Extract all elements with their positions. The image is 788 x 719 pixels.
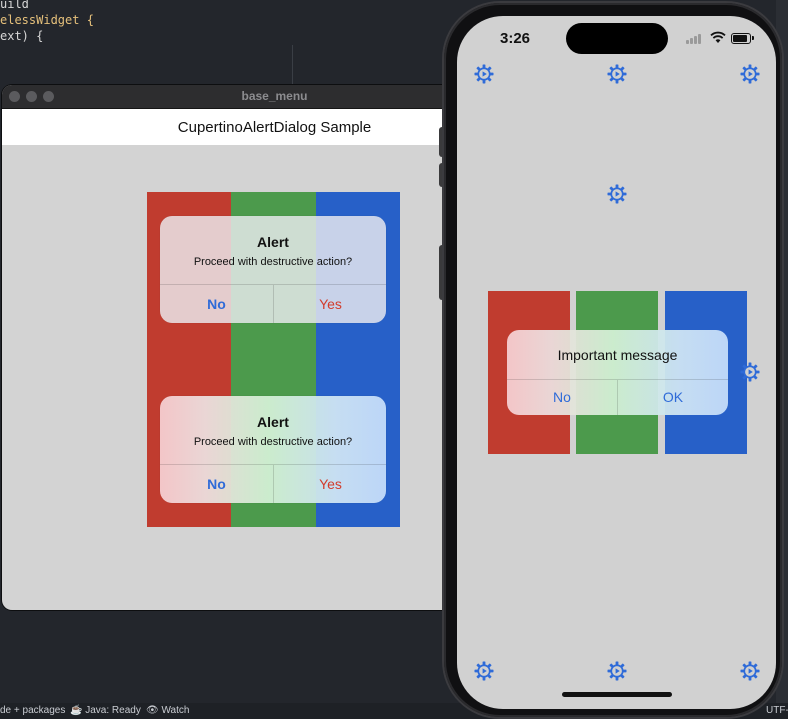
alert-content: Alert Proceed with destructive action? bbox=[160, 396, 386, 464]
battery-level bbox=[733, 35, 747, 42]
code-line: uild bbox=[0, 0, 29, 11]
status-packages[interactable]: de + packages bbox=[0, 705, 65, 716]
encoding-status[interactable]: UTF- bbox=[766, 705, 788, 716]
status-icons bbox=[686, 31, 756, 45]
gear-play-icon[interactable] bbox=[474, 661, 494, 681]
code-line: ext) { bbox=[0, 29, 44, 43]
alert-dialog: Alert Proceed with destructive action? N… bbox=[160, 216, 386, 323]
yes-button[interactable]: Yes bbox=[274, 465, 386, 503]
status-time: 3:26 bbox=[500, 30, 531, 47]
app-bar: CupertinoAlertDialog Sample bbox=[2, 109, 448, 145]
no-button[interactable]: No bbox=[160, 285, 273, 323]
gear-play-icon[interactable] bbox=[607, 184, 627, 204]
gear-play-icon[interactable] bbox=[740, 661, 760, 681]
gear-play-icon[interactable] bbox=[607, 64, 627, 84]
code-editor: uild elessWidget { ext) { bbox=[0, 0, 300, 80]
alert-message: Proceed with destructive action? bbox=[193, 436, 353, 448]
home-indicator[interactable] bbox=[562, 692, 672, 697]
alert-message: Proceed with destructive action? bbox=[193, 256, 353, 268]
window-titlebar[interactable]: base_menu bbox=[2, 85, 448, 109]
alert-dialog: Alert Proceed with destructive action? N… bbox=[160, 396, 386, 503]
cellular-icon bbox=[686, 34, 704, 44]
ok-button[interactable]: OK bbox=[618, 380, 728, 415]
battery-tip bbox=[752, 36, 754, 40]
desktop-app-window: base_menu CupertinoAlertDialog Sample Al… bbox=[2, 85, 448, 610]
gear-play-icon[interactable] bbox=[607, 661, 627, 681]
java-status[interactable]: ☕ Java: Ready bbox=[70, 705, 141, 716]
dynamic-island bbox=[566, 23, 668, 54]
alert-title: Important message bbox=[557, 347, 678, 363]
alert-content: Alert Proceed with destructive action? bbox=[160, 216, 386, 284]
editor-guide bbox=[292, 45, 293, 85]
alert-title: Alert bbox=[257, 414, 289, 430]
coffee-icon: ☕ bbox=[70, 705, 83, 716]
battery-icon bbox=[731, 33, 751, 44]
watch-status[interactable]: 👁 Watch bbox=[146, 705, 189, 716]
wifi-icon bbox=[710, 31, 726, 43]
phone-screen: 3:26 Important message No OK bbox=[457, 16, 776, 709]
no-button[interactable]: No bbox=[160, 465, 273, 503]
code-line: elessWidget { bbox=[0, 13, 94, 27]
alert-dialog: Important message No OK bbox=[507, 330, 728, 415]
app-bar-title: CupertinoAlertDialog Sample bbox=[177, 119, 372, 136]
yes-button[interactable]: Yes bbox=[274, 285, 386, 323]
no-button[interactable]: No bbox=[507, 380, 617, 415]
gear-play-icon[interactable] bbox=[740, 64, 760, 84]
alert-title: Alert bbox=[257, 234, 289, 250]
eye-icon: 👁 bbox=[146, 705, 159, 716]
java-status-label: Java: Ready bbox=[85, 705, 141, 716]
gear-play-icon[interactable] bbox=[474, 64, 494, 84]
watch-label: Watch bbox=[161, 705, 190, 716]
gear-play-icon[interactable] bbox=[740, 362, 760, 382]
window-title: base_menu bbox=[241, 89, 308, 103]
